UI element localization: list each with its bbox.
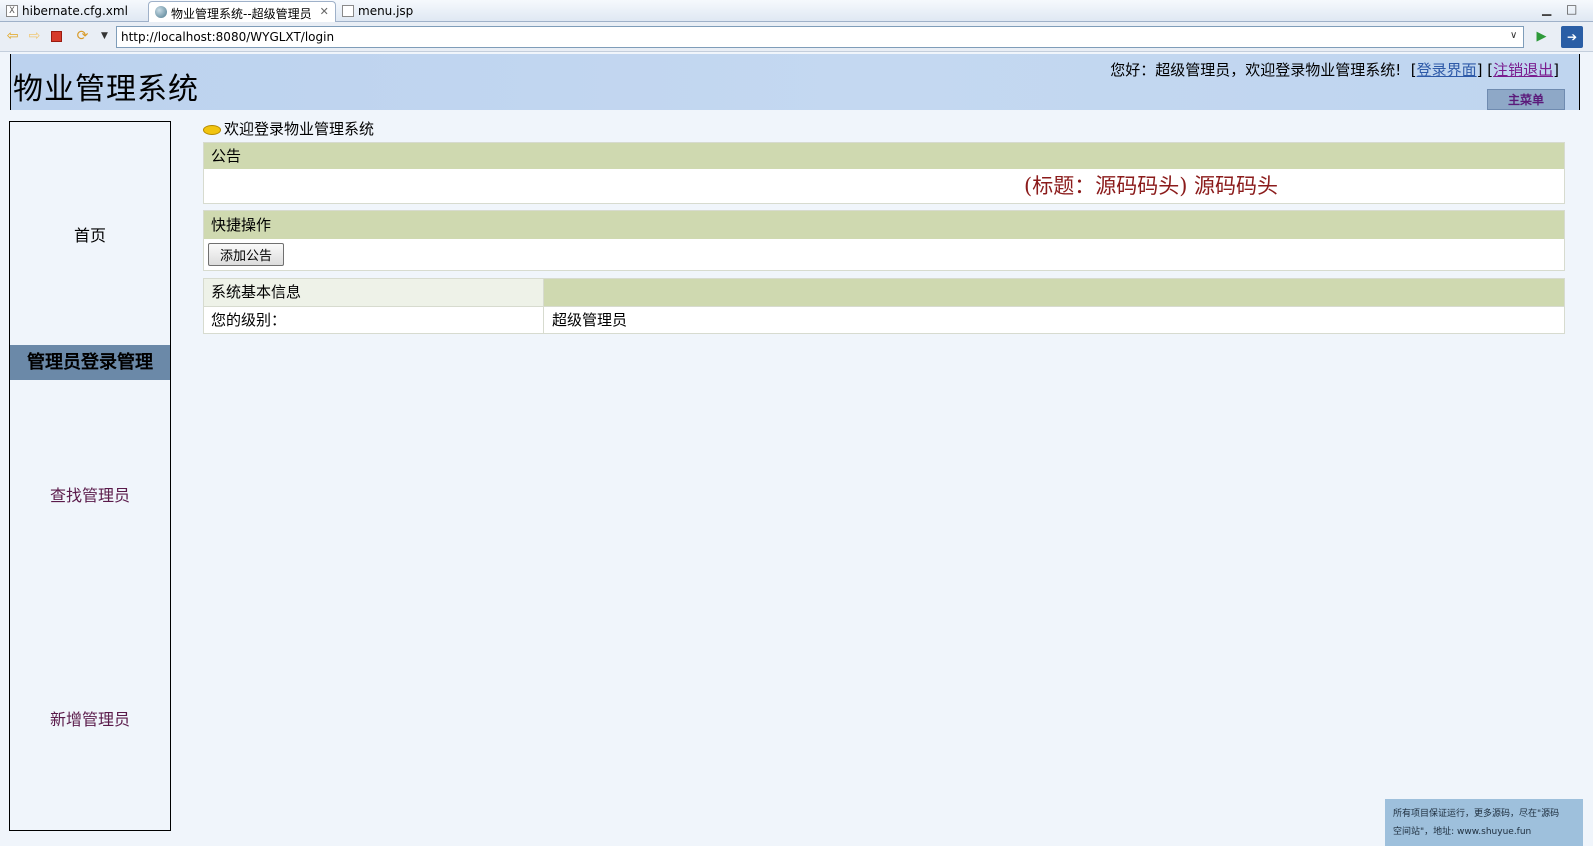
url-input[interactable] [116,26,1524,48]
open-external-icon[interactable]: ➔ [1561,26,1583,48]
maximize-icon[interactable]: □ [1566,2,1577,16]
browser-toolbar: ⇦ ⇨ ⟳ ▼ ∨ ▶ ➔ [0,22,1593,52]
globe-icon [155,6,167,18]
quick-actions-panel: 快捷操作 添加公告 [203,210,1565,271]
greeting-text: 您好：超级管理员，欢迎登录物业管理系统! [1110,61,1402,79]
table-row: 您的级别： 超级管理员 [204,306,1564,333]
jsp-file-icon [342,5,354,17]
notice-heading: 公告 [204,143,1564,169]
level-value: 超级管理员 [552,311,628,329]
tab-menu-jsp[interactable]: menu.jsp [336,1,419,22]
go-icon[interactable]: ▶ [1533,28,1550,45]
sidebar-item-find-admin[interactable]: 查找管理员 [10,482,170,506]
level-label: 您的级别： [204,307,544,333]
web-page: 物业管理系统 您好：超级管理员，欢迎登录物业管理系统! [登录界面] [注销退出… [0,52,1593,846]
welcome-line: 欢迎登录物业管理系统 [203,118,374,139]
tab-browser[interactable]: 物业管理系统--超级管理员 ✕ [148,1,336,22]
back-icon[interactable]: ⇦ [4,28,21,45]
page-header: 物业管理系统 您好：超级管理员，欢迎登录物业管理系统! [登录界面] [注销退出… [10,54,1580,110]
quick-actions-body: 添加公告 [204,239,1564,271]
sidebar: 首页 管理员登录管理 查找管理员 新增管理员 [9,121,171,831]
quick-actions-heading: 快捷操作 [204,211,1564,239]
welcome-icon [203,124,221,135]
minimize-icon[interactable]: ▁ [1542,2,1551,16]
welcome-text: 欢迎登录物业管理系统 [224,120,375,138]
sidebar-item-add-admin[interactable]: 新增管理员 [10,706,170,730]
greeting-bar: 您好：超级管理员，欢迎登录物业管理系统! [登录界面] [注销退出] [1110,61,1559,79]
site-title: 物业管理系统 [13,72,199,107]
refresh-icon[interactable]: ⟳ [74,28,91,45]
watermark-line-2: 空间站"，地址: www.shuyue.fun [1393,827,1532,837]
notice-panel: 公告 (标题：源码码头) 源码码头 [203,142,1565,204]
close-icon[interactable]: ✕ [320,5,329,18]
url-dropdown-icon[interactable]: ∨ [1510,30,1517,41]
sidebar-section-admin[interactable]: 管理员登录管理 [10,345,170,380]
watermark-banner: 所有项目保证运行，更多源码，尽在"源码 空间站"，地址: www.shuyue.… [1385,799,1583,846]
tab-label: menu.jsp [358,4,414,18]
login-page-link[interactable]: 登录界面 [1417,61,1477,79]
tab-label: hibernate.cfg.xml [22,4,128,18]
main-menu-button[interactable]: 主菜单 [1487,89,1565,110]
chevron-down-icon[interactable]: ▼ [96,28,113,45]
editor-tab-bar: X hibernate.cfg.xml 物业管理系统--超级管理员 ✕ menu… [0,0,1593,22]
forward-icon[interactable]: ⇨ [26,28,43,45]
tab-hibernate-cfg[interactable]: X hibernate.cfg.xml [0,1,134,22]
system-info-panel: 系统基本信息 您的级别： 超级管理员 [203,278,1565,334]
notice-marquee[interactable]: (标题：源码码头) 源码码头 [1024,170,1278,200]
watermark-line-1: 所有项目保证运行，更多源码，尽在"源码 [1393,809,1560,819]
logout-link[interactable]: 注销退出 [1493,61,1553,79]
xml-file-icon: X [6,5,18,17]
sidebar-item-home[interactable]: 首页 [10,222,170,246]
system-info-heading: 系统基本信息 [204,279,544,306]
tab-label: 物业管理系统--超级管理员 [171,7,312,21]
add-notice-button[interactable]: 添加公告 [208,243,284,266]
system-info-header-row: 系统基本信息 [204,279,1564,306]
system-info-heading-filler [544,279,1564,306]
stop-icon[interactable] [51,31,62,42]
notice-body: (标题：源码码头) 源码码头 [204,169,1564,203]
